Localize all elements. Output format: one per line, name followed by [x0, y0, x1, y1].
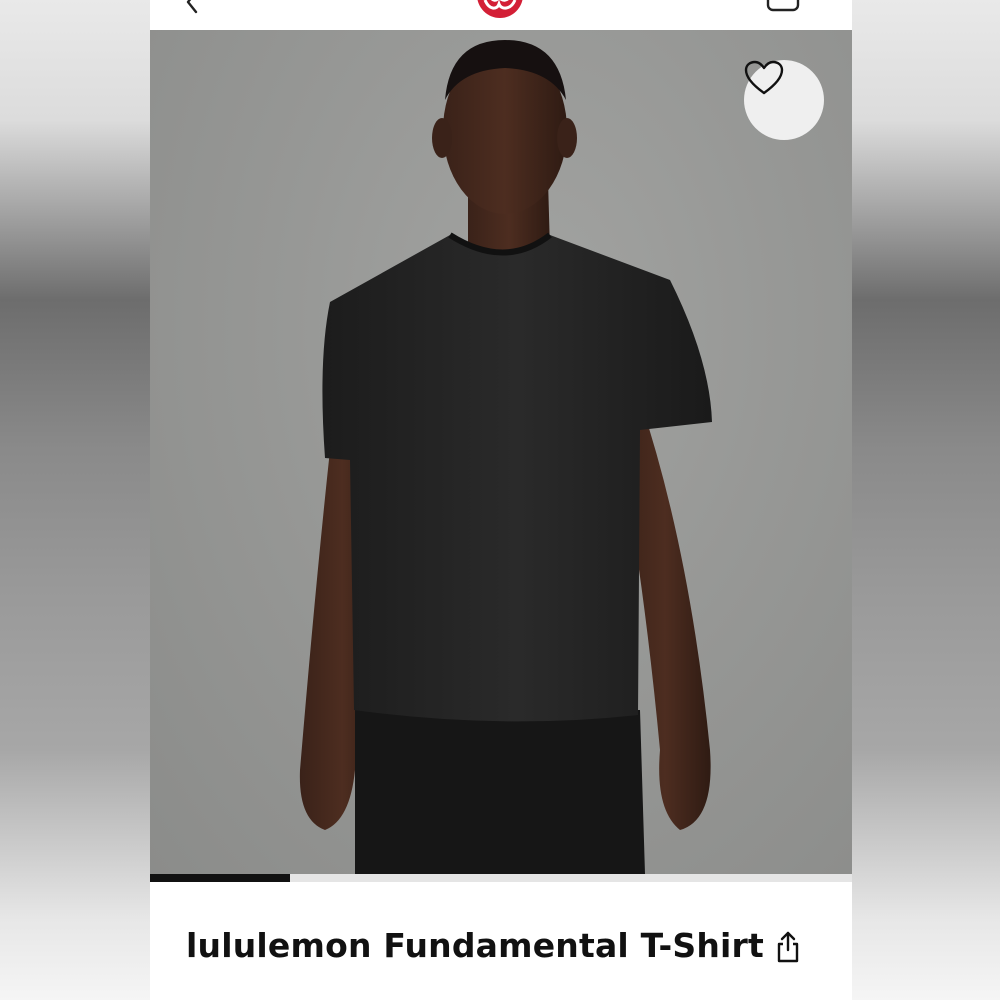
wishlist-button[interactable] — [744, 60, 824, 140]
shopping-bag-button[interactable] — [765, 0, 801, 14]
chevron-left-icon — [186, 0, 198, 14]
product-title: lululemon Fundamental T-Shirt — [186, 926, 764, 965]
blurred-background-right — [852, 0, 1000, 1000]
heart-icon — [744, 60, 784, 95]
shopping-bag-icon — [766, 0, 800, 12]
model-photo — [299, 40, 712, 874]
back-button[interactable] — [180, 0, 206, 14]
product-image[interactable] — [150, 30, 852, 874]
gallery-progress-indicator — [150, 874, 291, 882]
gallery-progress-bar — [150, 874, 852, 882]
top-navigation-bar — [150, 0, 852, 30]
blurred-background-left — [0, 0, 150, 1000]
share-icon — [777, 931, 799, 963]
share-button[interactable] — [774, 930, 802, 964]
product-page: lululemon Fundamental T-Shirt — [150, 0, 852, 1000]
lululemon-logo[interactable] — [475, 0, 525, 18]
